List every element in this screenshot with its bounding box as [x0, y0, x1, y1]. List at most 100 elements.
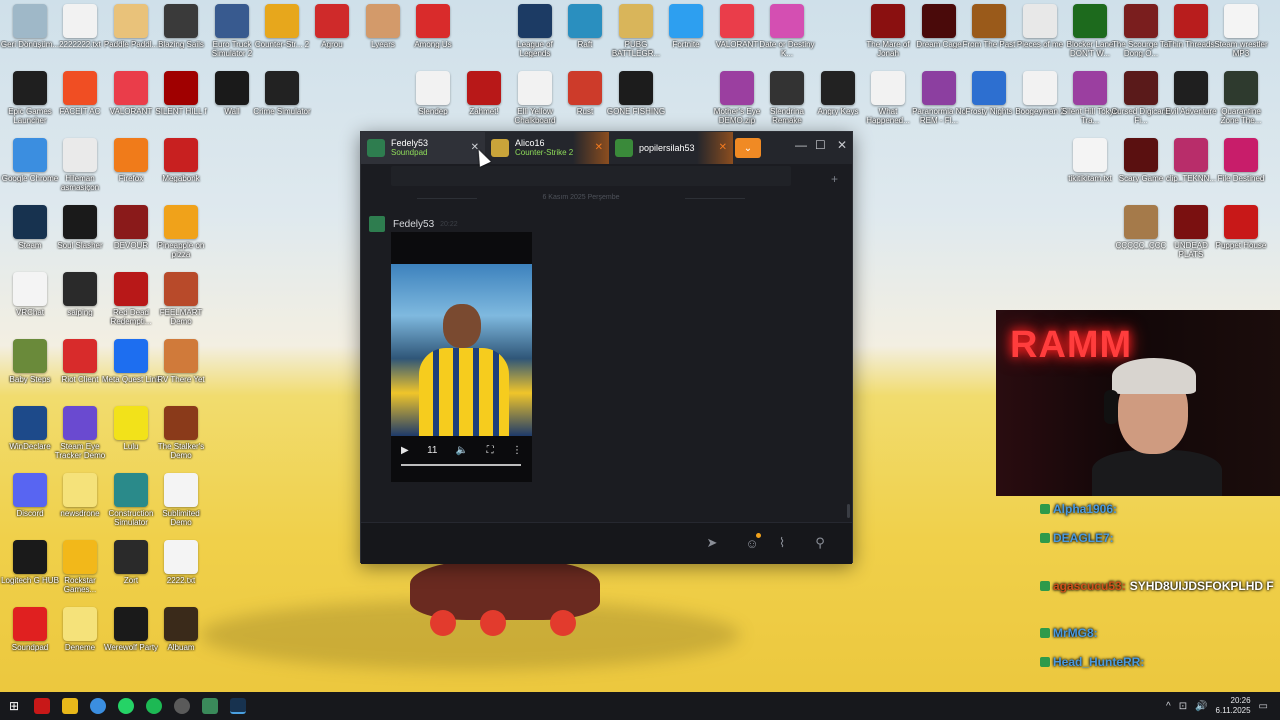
tab-name: Fedely53: [391, 138, 429, 148]
add-friend-icon[interactable]: +: [831, 172, 838, 186]
send-icon[interactable]: ➤: [701, 533, 723, 553]
voice-icon[interactable]: ⚲: [809, 533, 831, 553]
desktop-icon[interactable]: Quarantine Zone The...: [1211, 71, 1271, 135]
minimize-icon[interactable]: —: [795, 138, 807, 152]
chat-username: DEAGLE7:: [1053, 531, 1114, 545]
tab-alico16[interactable]: Alico16 Counter-Strike 2 ✕: [485, 132, 609, 164]
app-icon: [871, 71, 905, 105]
badge-icon: [1040, 533, 1050, 543]
app-icon: [1073, 138, 1107, 172]
app-icon: [467, 71, 501, 105]
message-header: Fedely53 20:22: [369, 216, 458, 232]
volume-icon[interactable]: 🔊: [1195, 701, 1207, 712]
taskbar-app-steam[interactable]: [224, 694, 252, 718]
taskbar-app-news[interactable]: [28, 694, 56, 718]
desktop-icon[interactable]: File Destined: [1211, 138, 1271, 202]
taskbar-app-whatsapp[interactable]: [112, 694, 140, 718]
notifications-icon[interactable]: ▭: [1259, 701, 1268, 712]
app-icon: [13, 406, 47, 440]
chat-titlebar[interactable]: Fedely53 Soundpad ✕ Alico16 Counter-Stri…: [361, 132, 852, 164]
app-icon: [416, 71, 450, 105]
app-icon: [1174, 138, 1208, 172]
message-author[interactable]: Fedely53: [393, 219, 434, 230]
app-icon: [63, 138, 97, 172]
app-icon: [1023, 4, 1057, 38]
desktop-icon[interactable]: 2222.txt: [151, 540, 211, 604]
desktop-icon[interactable]: Megabonk: [151, 138, 211, 202]
desktop-icon[interactable]: The Stalker's Demo: [151, 406, 211, 470]
tab-close-icon[interactable]: ✕: [595, 142, 603, 153]
app-icon: [63, 473, 97, 507]
app-icon: [63, 607, 97, 641]
app-icon: [619, 4, 653, 38]
wallpaper-character: [400, 560, 600, 640]
start-button[interactable]: ⊞: [0, 694, 28, 718]
tab-popilersilah53[interactable]: popilersilah53 ✕: [609, 132, 733, 164]
desktop-icon[interactable]: Pineapple on pizza: [151, 205, 211, 269]
app-icon: [63, 71, 97, 105]
app-icon: [114, 339, 148, 373]
more-options-icon[interactable]: ⋮: [512, 445, 522, 456]
taskbar-app-chrome[interactable]: [84, 694, 112, 718]
desktop-icon[interactable]: FEELMART Demo: [151, 272, 211, 336]
volume-icon[interactable]: 🔈: [456, 445, 468, 456]
message-composer[interactable]: ➤ ☺ ⌇ ⚲: [361, 522, 852, 564]
taskbar-app-files[interactable]: [56, 694, 84, 718]
system-clock[interactable]: 20:26 6.11.2025: [1216, 696, 1251, 716]
chat-username: Alpha1906:: [1053, 502, 1118, 516]
desktop-icon-label: Crime Simulator: [253, 107, 311, 116]
attach-icon[interactable]: ⌇: [771, 533, 793, 553]
app-icon: [13, 138, 47, 172]
app-icon: [164, 4, 198, 38]
desktop-icon[interactable]: Steam wrestler MP3: [1211, 4, 1271, 68]
taskbar-app-obs[interactable]: [168, 694, 196, 718]
message-avatar[interactable]: [369, 216, 385, 232]
desktop-icon[interactable]: Date or Destiny K...: [757, 4, 817, 68]
desktop-icon[interactable]: Puppet House: [1211, 205, 1271, 269]
chevron-up-icon[interactable]: ^: [1166, 701, 1171, 712]
stream-chat-message: MrMG8:: [1040, 626, 1098, 640]
tab-name: popilersilah53: [639, 143, 695, 153]
desktop-icon[interactable]: Among Us: [403, 4, 463, 68]
app-icon: [13, 272, 47, 306]
new-badge-dot: [756, 533, 761, 538]
scrollbar-thumb[interactable]: [847, 504, 850, 518]
stream-chat-message: agascucu53: SYHD8UIJDSFOKPLHD F: [1040, 579, 1280, 593]
app-icon: [63, 272, 97, 306]
taskbar-app-tool[interactable]: [196, 694, 224, 718]
desktop-icon[interactable]: RV There Yet: [151, 339, 211, 403]
tab-status: Soundpad: [391, 148, 428, 157]
video-duration: 11: [427, 444, 438, 456]
clock-date: 6.11.2025: [1215, 706, 1251, 715]
desktop-icon-label: Albuam: [167, 643, 195, 652]
desktop-icon[interactable]: Albuam: [151, 607, 211, 671]
tab-avatar: [615, 139, 633, 157]
app-icon: [1224, 71, 1258, 105]
tab-close-icon[interactable]: ✕: [719, 142, 727, 153]
desktop-icon[interactable]: GONE FISHING: [606, 71, 666, 135]
desktop-icon[interactable]: Crime Simulator: [252, 71, 312, 135]
app-icon: [114, 540, 148, 574]
app-icon: [164, 607, 198, 641]
maximize-icon[interactable]: ☐: [815, 138, 826, 152]
app-icon: [164, 339, 198, 373]
more-tabs-chevron-down-icon[interactable]: ⌄: [735, 138, 761, 158]
badge-icon: [1040, 657, 1050, 667]
tab-notification-glow: [697, 132, 733, 164]
network-icon[interactable]: ⊡: [1179, 701, 1187, 712]
desktop-icon-label: Date or Destiny K...: [759, 40, 815, 58]
tab-fedely53[interactable]: Fedely53 Soundpad ✕: [361, 132, 485, 164]
desktop-icon-label: Sublimited Demo: [162, 509, 200, 527]
steam-chat-window[interactable]: Fedely53 Soundpad ✕ Alico16 Counter-Stri…: [360, 131, 853, 564]
streamer: [1092, 350, 1222, 496]
app-icon: [114, 406, 148, 440]
fullscreen-icon[interactable]: ⛶: [487, 445, 494, 456]
video-attachment[interactable]: ▶ 11 🔈 ⛶ ⋮: [391, 232, 532, 482]
emoticon-icon[interactable]: ☺: [741, 533, 763, 553]
desktop-icon[interactable]: Sublimited Demo: [151, 473, 211, 537]
taskbar-app-spotify[interactable]: [140, 694, 168, 718]
app-icon: [63, 4, 97, 38]
play-icon[interactable]: ▶: [401, 445, 409, 456]
close-icon[interactable]: ✕: [837, 138, 847, 152]
video-progress-bar[interactable]: [401, 464, 521, 466]
